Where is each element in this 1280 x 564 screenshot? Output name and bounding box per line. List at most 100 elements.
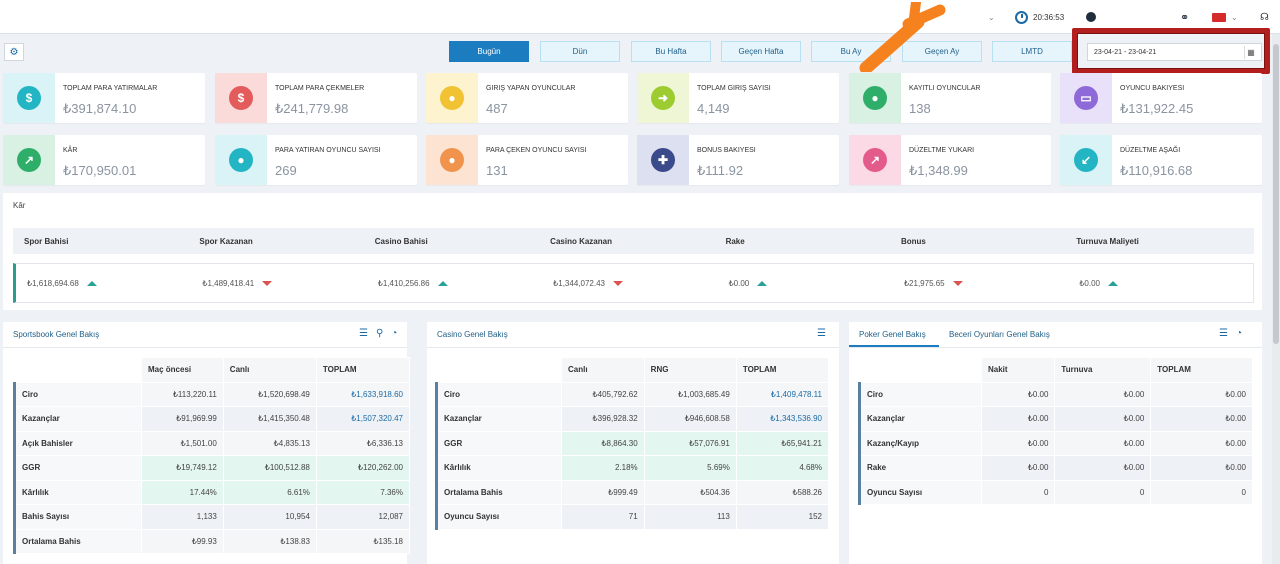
column-header: Maç öncesi [141, 357, 224, 383]
card-value: ₺241,779.98 [275, 101, 349, 116]
tab-poker-overview[interactable]: Poker Genel Bakış [859, 330, 926, 339]
summary-card: $ TOPLAM PARA YATIRMALAR ₺391,874.10 [3, 73, 205, 123]
chart-icon: ↗ [17, 148, 41, 172]
divider [427, 347, 839, 348]
table-cell: ₺0.00 [980, 381, 1056, 407]
table-cell: ₺946,608.58 [643, 406, 737, 432]
card-label: TOPLAM GIRIŞ SAYISI [697, 85, 771, 92]
kar-header-cell: Rake [725, 236, 745, 246]
table-cell: ₺405,792.62 [561, 381, 645, 407]
table-cell: ₺4,835.13 [222, 430, 317, 456]
list-icon[interactable]: ☰ [1219, 328, 1228, 339]
kar-value: ₺21,975.65 [903, 278, 945, 288]
table-corner [859, 357, 982, 383]
table-cell: ₺999.49 [561, 479, 645, 505]
card-label: DÜZELTME AŞAĞI [1120, 147, 1181, 154]
table-cell: ₺504.36 [643, 479, 737, 505]
table-cell: ₺0.00 [980, 455, 1056, 481]
card-label: KÂR [63, 147, 78, 154]
summary-card: ● PARA YATIRAN OYUNCU SAYISI 269 [215, 135, 417, 185]
row-label: GGR [435, 430, 562, 456]
card-icon-box: $ [3, 73, 55, 123]
table-cell: ₺19,749.12 [141, 455, 224, 481]
table-row: Oyuncu Sayısı 71 113 152 [435, 504, 830, 530]
card-label: TOPLAM PARA ÇEKMELER [275, 85, 365, 92]
pie-chart-icon[interactable]: ◔ [391, 328, 397, 339]
filter-this-week-button[interactable]: Bu Hafta [631, 41, 711, 62]
card-value: 138 [909, 101, 931, 116]
row-label: Kazanç/Kayıp [858, 430, 982, 456]
row-label: Kârlılık [435, 455, 562, 481]
dollar-up-icon: $ [229, 86, 253, 110]
table-cell: ₺1,520,698.49 [222, 381, 317, 407]
card-icon-box: ● [849, 73, 901, 123]
kar-value-cell: ₺1,489,418.41 [191, 279, 366, 288]
table-cell: ₺0.00 [1054, 406, 1152, 432]
list-icon[interactable]: ☰ [359, 328, 368, 339]
table-cell: 2.18% [561, 455, 645, 481]
kar-panel: Kâr Spor Bahisi Spor Kazanan Casino Bahisi… [3, 193, 1262, 310]
summary-card: ↙ DÜZELTME AŞAĞI ₺110,916.68 [1060, 135, 1262, 185]
kar-value: ₺1,344,072.43 [553, 278, 605, 288]
table-row: Ciro ₺0.00 ₺0.00 ₺0.00 [858, 381, 1253, 407]
poker-table: Nakit Turnuva TOPLAM Ciro ₺0.00 ₺0.00 ₺0.00 Kaz… [858, 357, 1253, 505]
table-row: Rake ₺0.00 ₺0.00 ₺0.00 [858, 455, 1253, 481]
trend-down-icon [952, 280, 963, 286]
card-icon-box: ● [426, 135, 478, 185]
user-down-icon: ● [229, 148, 253, 172]
tab-skill-games-overview[interactable]: Beceri Oyunları Genel Bakış [949, 330, 1050, 339]
date-range-input[interactable]: 23-04-21 - 23-04-21 ▦ [1087, 43, 1262, 61]
table-cell: 113 [643, 504, 737, 530]
filter-last-week-button[interactable]: Geçen Hafta [721, 41, 801, 62]
sportsbook-table: Maç öncesi Canlı TOPLAM Ciro ₺113,220.11 ₺1,5… [13, 357, 411, 554]
date-range-value: 23-04-21 - 23-04-21 [1094, 48, 1157, 56]
row-label: Ciro [858, 381, 982, 407]
page-scrollbar[interactable] [1272, 34, 1280, 564]
column-header: TOPLAM [735, 357, 830, 383]
settings-gear-icon[interactable]: ⚙ [4, 43, 24, 61]
filter-lmtd-button[interactable]: LMTD [992, 41, 1072, 62]
table-cell: ₺0.00 [1054, 430, 1152, 456]
table-cell: ₺1,507,320.47 [315, 406, 411, 432]
calendar-icon[interactable]: ▦ [1244, 46, 1257, 59]
card-icon-box: ● [426, 73, 478, 123]
card-icon-box: ↙ [1060, 135, 1112, 185]
table-corner [14, 357, 142, 383]
row-label: Kazançlar [13, 406, 142, 432]
table-cell: 12,087 [315, 504, 411, 530]
table-row: Kârlılık 17.44% 6.61% 7.36% [13, 479, 411, 505]
summary-card: ● GIRIŞ YAPAN OYUNCULAR 487 [426, 73, 628, 123]
table-cell: ₺8,864.30 [561, 430, 645, 456]
card-value: 487 [486, 101, 508, 116]
table-cell: 0 [1054, 479, 1152, 505]
location-pin-icon[interactable]: ⚲ [376, 328, 383, 339]
filter-yesterday-button[interactable]: Dün [540, 41, 620, 62]
table-cell: ₺100,512.88 [222, 455, 317, 481]
filter-today-button[interactable]: Bugün [449, 41, 529, 62]
table-cell: ₺135.18 [315, 528, 411, 554]
table-cell: ₺0.00 [1150, 430, 1253, 456]
card-value: ₺1,348.99 [909, 163, 968, 178]
card-icon-box: $ [215, 73, 267, 123]
kar-header-cell: Spor Bahisi [24, 236, 69, 246]
row-label: Kazançlar [435, 406, 562, 432]
card-icon-box: ✚ [637, 135, 689, 185]
list-icon[interactable]: ☰ [817, 328, 826, 339]
row-label: Ciro [13, 381, 142, 407]
chevron-down-icon[interactable]: ⌄ [988, 0, 995, 34]
card-icon-box: ● [215, 135, 267, 185]
pie-chart-icon[interactable]: ◔ [1236, 328, 1242, 339]
user-icon [1086, 12, 1096, 22]
summary-card: ↗ DÜZELTME YUKARI ₺1,348.99 [849, 135, 1051, 185]
table-row: Açık Bahisler ₺1,501.00 ₺4,835.13 ₺6,336.13 [13, 430, 411, 456]
table-cell: ₺91,969.99 [141, 406, 224, 432]
arrow-right-icon: ➜ [651, 86, 675, 110]
table-cell: ₺1,415,350.48 [222, 406, 317, 432]
card-label: OYUNCU BAKIYESI [1120, 85, 1185, 92]
kar-value-cell: ₺1,618,694.68 [16, 279, 191, 288]
table-cell: 7.36% [315, 479, 411, 505]
row-label: Bahis Sayısı [13, 504, 142, 530]
summary-card: ↗ KÂR ₺170,950.01 [3, 135, 205, 185]
dollar-down-icon: $ [17, 86, 41, 110]
table-row: Kazançlar ₺0.00 ₺0.00 ₺0.00 [858, 406, 1253, 432]
